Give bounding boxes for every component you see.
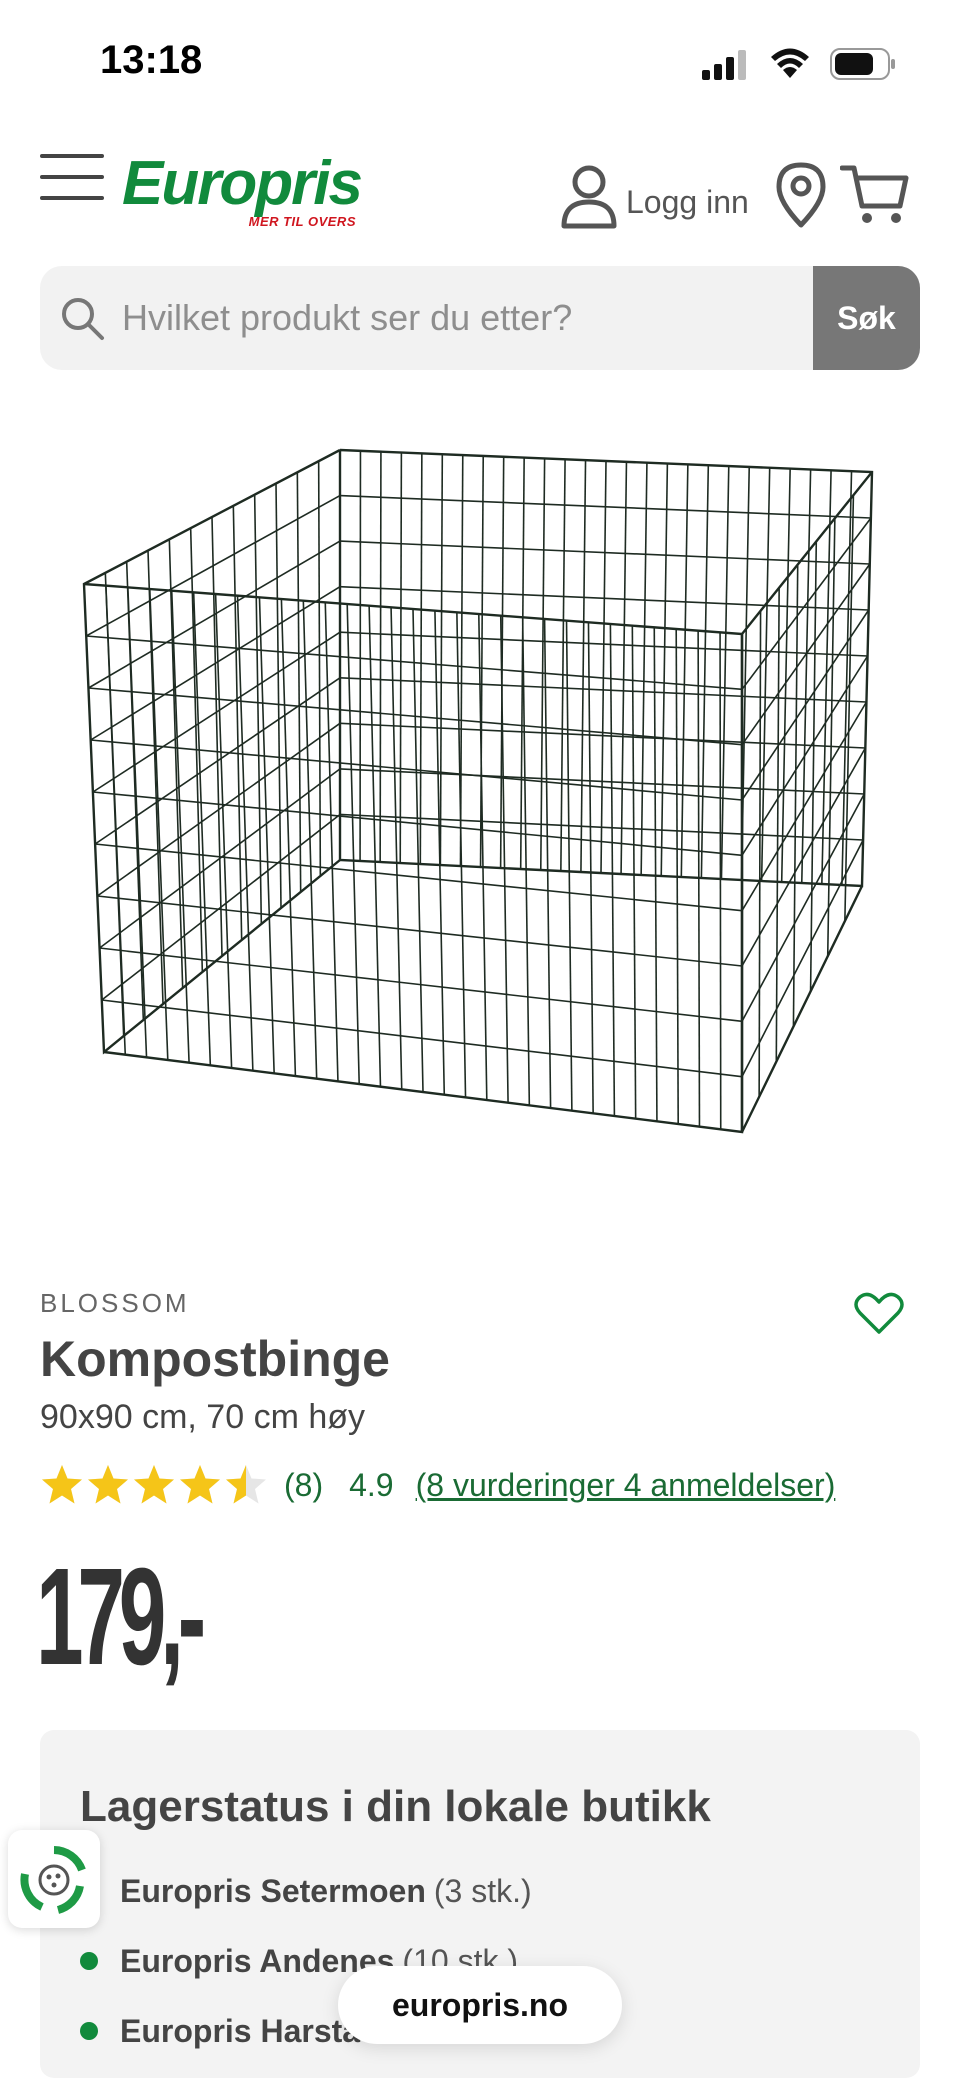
- stock-heading: Lagerstatus i din lokale butikk: [80, 1782, 711, 1831]
- location-pin-icon[interactable]: [776, 162, 826, 228]
- menu-icon[interactable]: [40, 154, 104, 204]
- product-brand[interactable]: BLOSSOM: [40, 1288, 190, 1319]
- rating-count: (8): [284, 1466, 324, 1503]
- europris-logo[interactable]: Europris MER TIL OVERS: [122, 148, 363, 238]
- login-button[interactable]: Logg inn: [560, 162, 749, 232]
- rating-stars: [40, 1463, 268, 1507]
- heart-icon[interactable]: [854, 1290, 904, 1336]
- product-title: Kompostbinge: [40, 1331, 390, 1387]
- site-header: Europris MER TIL OVERS Logg inn: [0, 140, 960, 250]
- product-image[interactable]: [60, 420, 900, 1180]
- star-icon: [180, 1465, 220, 1504]
- rating-row: (8) 4.9 (8 vurderinger 4 anmeldelser): [40, 1460, 835, 1510]
- login-label: Logg inn: [626, 183, 749, 220]
- user-icon: [561, 165, 617, 229]
- star-icon: [88, 1465, 128, 1504]
- star-icon: [42, 1465, 82, 1504]
- in-stock-indicator: [80, 2022, 98, 2040]
- signal-icon: [702, 50, 746, 80]
- url-pill[interactable]: europris.no: [338, 1966, 622, 2044]
- stock-item[interactable]: Europris Setermoen (3 stk.): [80, 1856, 532, 1926]
- battery-icon: [830, 48, 895, 80]
- search-input[interactable]: [122, 266, 832, 370]
- logo-tagline: MER TIL OVERS: [248, 214, 356, 229]
- in-stock-indicator: [80, 1952, 98, 1970]
- store-qty: (3 stk.): [433, 1872, 532, 1909]
- search-icon: [62, 298, 104, 340]
- recycle-icon: [20, 1846, 86, 1914]
- wifi-icon: [771, 48, 809, 78]
- recycle-button[interactable]: [8, 1830, 100, 1928]
- product-price: 179,-: [36, 1540, 206, 1694]
- search-bar: Søk: [40, 266, 920, 370]
- rating-score: 4.9: [349, 1466, 394, 1503]
- star-icon: [226, 1465, 266, 1504]
- star-icon: [134, 1465, 174, 1504]
- reviews-link[interactable]: (8 vurderinger 4 anmeldelser): [416, 1467, 836, 1504]
- status-time: 13:18: [100, 38, 203, 82]
- store-name: Europris Setermoen: [120, 1872, 426, 1909]
- product-subtitle: 90x90 cm, 70 cm høy: [40, 1398, 366, 1436]
- cart-icon[interactable]: [840, 162, 910, 228]
- logo-text: Europris: [122, 149, 363, 218]
- search-button[interactable]: Søk: [813, 266, 920, 370]
- status-bar: 13:18: [0, 0, 960, 120]
